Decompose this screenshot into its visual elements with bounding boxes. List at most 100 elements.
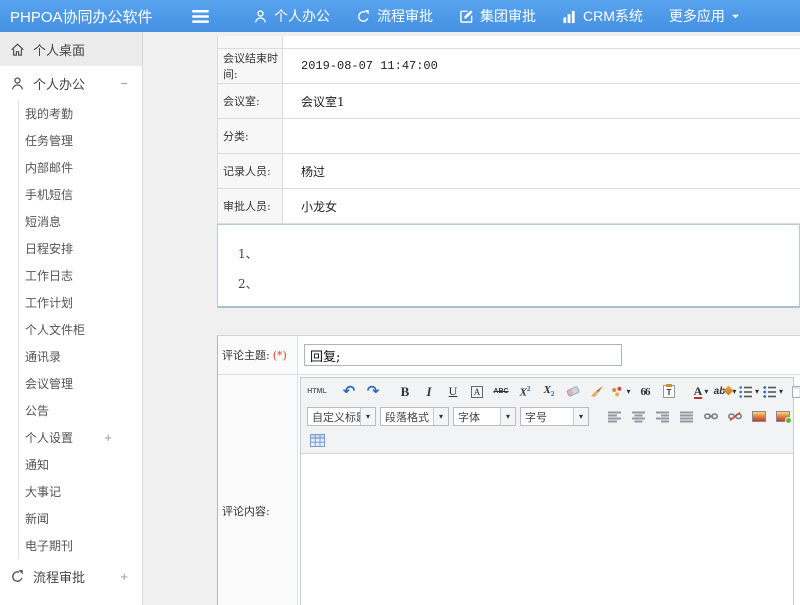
sidebar-item-memorabilia[interactable]: 大事记 <box>19 478 142 505</box>
table-row-partial <box>218 36 800 49</box>
nav-label: 个人办公 <box>274 6 330 26</box>
meeting-content-box: 1、2、 <box>217 224 800 308</box>
ed-redo-button[interactable]: ↷ <box>362 382 384 402</box>
sidebar-item-my-attendance[interactable]: 我的考勤 <box>19 100 142 127</box>
ed-image-upload-button[interactable] <box>772 407 794 427</box>
comment-subject-input[interactable] <box>304 344 622 366</box>
sidebar-item-label: 内部邮件 <box>25 159 73 176</box>
nav-label: 流程审批 <box>377 6 433 26</box>
sidebar-item-mobile-sms[interactable]: 手机短信 <box>19 181 142 208</box>
caret-down-icon: ▾ <box>500 408 515 425</box>
ed-format-brush-button[interactable] <box>586 382 608 402</box>
sidebar-item-news[interactable]: 新闻 <box>19 505 142 532</box>
caret-down-icon: ▾ <box>573 408 588 425</box>
ed-ordered-list-button[interactable]: ▾ <box>738 382 760 402</box>
user-icon <box>253 9 268 24</box>
hamburger-menu-button[interactable] <box>192 10 210 23</box>
ed-image-button[interactable] <box>748 407 770 427</box>
redo-icon: ↷ <box>367 384 380 399</box>
caret-down-icon: ▾ <box>704 388 708 396</box>
ed-font-color-button[interactable]: A▾ <box>690 382 712 402</box>
sidebar: 个人桌面个人办公− 我的考勤任务管理内部邮件手机短信短消息日程安排工作日志工作计划… <box>0 32 143 605</box>
ed-unordered-list-button[interactable]: ▾ <box>762 382 784 402</box>
ed-color-palette-button[interactable]: ▾ <box>610 382 632 402</box>
ed-link-button[interactable] <box>700 407 722 427</box>
ed-source-button[interactable]: HTML <box>306 382 328 402</box>
ed-paste-from-word-button[interactable]: T <box>658 382 680 402</box>
ed-unlink-button[interactable] <box>724 407 746 427</box>
ed-align-justify-button[interactable] <box>676 407 698 427</box>
nav-personal-office[interactable]: 个人办公 <box>240 0 343 32</box>
workflow-icon <box>356 9 371 24</box>
sidebar-item-personal-office[interactable]: 个人办公− <box>0 66 142 100</box>
workflow-icon <box>10 569 25 584</box>
ed-align-left-button[interactable] <box>604 407 626 427</box>
sidebar-item-notice[interactable]: 通知 <box>19 451 142 478</box>
ed-heading-select[interactable]: 自定义标题▾ <box>307 407 376 426</box>
ed-strikethrough-button[interactable]: ABC <box>490 382 512 402</box>
content-line: 2、 <box>238 269 799 299</box>
sidebar-item-file-cabinet[interactable]: 个人文件柜 <box>19 316 142 343</box>
table-icon <box>310 434 325 447</box>
nav-crm-system[interactable]: CRM系统 <box>549 0 656 32</box>
ed-paragraph-select[interactable]: 段落格式▾ <box>380 407 449 426</box>
ed-superscript-button[interactable]: X2 <box>514 382 536 402</box>
comment-subject-label: 评论主题: <box>222 347 270 363</box>
field-value <box>283 119 800 153</box>
main-content: 会议结束时间:2019-08-07 11:47:00会议室:会议室1分类:记录人… <box>144 32 800 605</box>
eraser-icon <box>567 388 579 395</box>
ed-align-right-button[interactable] <box>652 407 674 427</box>
sidebar-item-work-plan[interactable]: 工作计划 <box>19 289 142 316</box>
sidebar-item-workflow-approval[interactable]: 流程审批+ <box>0 559 142 593</box>
highlight-pen-icon: ab <box>714 386 731 397</box>
sidebar-item-personal-desktop[interactable]: 个人桌面 <box>0 32 142 66</box>
field-label: 分类: <box>218 119 283 153</box>
format-brush-icon <box>590 385 604 398</box>
ed-highlight-pen-button[interactable]: ab▾ <box>714 382 736 402</box>
sidebar-item-schedule[interactable]: 日程安排 <box>19 235 142 262</box>
nav-group-approval[interactable]: 集团审批 <box>446 0 549 32</box>
ed-blockquote-button[interactable]: 66 <box>634 382 656 402</box>
sidebar-item-work-log[interactable]: 工作日志 <box>19 262 142 289</box>
sidebar-item-internal-mail[interactable]: 内部邮件 <box>19 154 142 181</box>
nav-more-apps[interactable]: 更多应用 <box>656 0 753 32</box>
ed-italic-button[interactable]: I <box>418 382 440 402</box>
ed-undo-button[interactable]: ↶ <box>338 382 360 402</box>
sidebar-item-label: 通讯录 <box>25 348 61 365</box>
content-line: 1、 <box>238 239 799 269</box>
sidebar-item-label: 工作日志 <box>25 267 73 284</box>
comment-form-table: 评论主题: (*) 评论内容: HTML↶↷BIUAABCX2X2▾66TA▾a… <box>217 335 800 605</box>
sidebar-item-personal-settings[interactable]: 个人设置 + <box>19 424 142 451</box>
expand-icon[interactable]: + <box>104 430 112 445</box>
sidebar-item-announcement[interactable]: 公告 <box>19 397 142 424</box>
ed-subscript-button[interactable]: X2 <box>538 382 560 402</box>
caret-down-icon: ▾ <box>732 388 736 396</box>
nav-label: 更多应用 <box>669 6 725 26</box>
sidebar-item-label: 个人设置 <box>25 429 73 446</box>
ed-font-size-select[interactable]: 字号▾ <box>520 407 589 426</box>
rich-text-editor: HTML↶↷BIUAABCX2X2▾66TA▾ab▾▾▾ 自定义标题▾段落格式▾… <box>300 377 794 605</box>
collapse-icon[interactable]: − <box>120 76 128 91</box>
editor-content[interactable] <box>301 454 793 605</box>
sidebar-item-short-message[interactable]: 短消息 <box>19 208 142 235</box>
ed-font-frame-button[interactable]: A <box>466 382 488 402</box>
expand-icon[interactable]: + <box>120 569 128 584</box>
ed-underline-button[interactable]: U <box>442 382 464 402</box>
ed-bold-button[interactable]: B <box>394 382 416 402</box>
select-value: 字体 <box>454 409 500 425</box>
sidebar-item-contacts[interactable]: 通讯录 <box>19 343 142 370</box>
nav-workflow-approval[interactable]: 流程审批 <box>343 0 446 32</box>
ed-media-button[interactable] <box>796 407 800 427</box>
sidebar-item-meeting-manage[interactable]: 会议管理 <box>19 370 142 397</box>
ed-align-center-button[interactable] <box>628 407 650 427</box>
sidebar-item-e-journal[interactable]: 电子期刊 <box>19 532 142 559</box>
sidebar-item-task-manage[interactable]: 任务管理 <box>19 127 142 154</box>
sidebar-item-label: 通知 <box>25 456 49 473</box>
ed-eraser-button[interactable] <box>562 382 584 402</box>
bold-icon: B <box>401 384 410 400</box>
comment-content-row: 评论内容: HTML↶↷BIUAABCX2X2▾66TA▾ab▾▾▾ 自定义标题… <box>218 375 800 605</box>
ed-new-page-button[interactable] <box>786 382 800 402</box>
sidebar-item-label: 我的考勤 <box>25 105 73 122</box>
ed-font-family-select[interactable]: 字体▾ <box>453 407 516 426</box>
ed-table-button[interactable] <box>306 431 328 451</box>
